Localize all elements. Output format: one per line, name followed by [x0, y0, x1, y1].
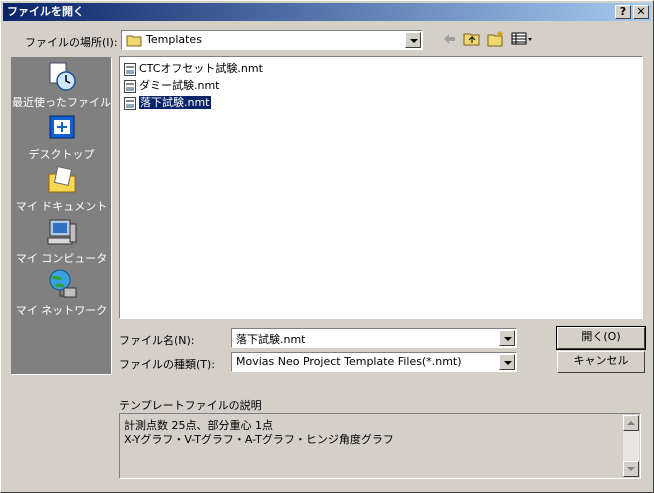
place-label: デスクトップ [28, 148, 95, 161]
file-item[interactable]: ダミー試験.nmt [124, 77, 220, 93]
filetype-dropdown-button[interactable] [499, 354, 515, 370]
nmt-file-icon [124, 62, 136, 76]
place-my-computer[interactable]: マイ コンピュータ [12, 216, 111, 266]
my-documents-icon [46, 164, 78, 196]
filename-combobox[interactable]: 落下試験.nmt [231, 328, 517, 348]
scroll-up-button[interactable] [623, 415, 639, 431]
recent-files-icon [46, 60, 78, 92]
description-line: X-Yグラフ・V-Tグラフ・A-Tグラフ・ヒンジ角度グラフ [124, 433, 394, 446]
file-item[interactable]: CTCオフセット試験.nmt [124, 60, 263, 76]
filetype-value: Movias Neo Project Template Files(*.nmt) [236, 355, 462, 368]
close-button[interactable]: ✕ [633, 5, 649, 19]
folder-icon [126, 34, 142, 50]
dialog-title: ファイルを開く [7, 5, 84, 18]
filename-dropdown-button[interactable] [499, 330, 515, 346]
scroll-down-button[interactable] [623, 461, 639, 477]
nmt-file-icon [124, 79, 136, 93]
filetype-label: ファイルの種類(T): [119, 358, 216, 371]
nmt-file-icon [124, 96, 136, 110]
place-label: マイ ネットワーク [15, 304, 108, 317]
description-scrollbar[interactable] [623, 415, 639, 477]
look-in-combobox[interactable]: Templates [121, 30, 423, 50]
place-desktop[interactable]: デスクトップ [12, 112, 111, 162]
place-my-documents[interactable]: マイ ドキュメント [12, 164, 111, 214]
place-label: マイ コンピュータ [15, 252, 108, 265]
view-menu-icon[interactable] [511, 31, 533, 49]
help-button[interactable]: ? [615, 5, 631, 19]
file-name: 落下試験.nmt [138, 95, 212, 110]
open-file-dialog: ファイルを開く ? ✕ ファイルの場所(I): Templates 最近使ったフ… [0, 0, 654, 493]
filetype-combobox[interactable]: Movias Neo Project Template Files(*.nmt) [231, 352, 517, 372]
look-in-label: ファイルの場所(I): [25, 36, 118, 49]
places-bar: 最近使ったファイル デスクトップ マイ ドキュメント マイ コンピュータ マイ … [11, 57, 112, 375]
filename-label: ファイル名(N): [119, 334, 195, 347]
filename-value: 落下試験.nmt [236, 333, 306, 346]
up-folder-icon[interactable] [463, 31, 481, 49]
my-network-icon [46, 268, 78, 300]
file-name: CTCオフセット試験.nmt [139, 62, 263, 75]
place-recent-files[interactable]: 最近使ったファイル [12, 60, 111, 110]
look-in-value: Templates [146, 33, 202, 46]
file-item-selected[interactable]: 落下試験.nmt [124, 94, 212, 110]
back-icon[interactable] [441, 31, 457, 49]
file-name: ダミー試験.nmt [139, 79, 220, 92]
title-bar[interactable]: ファイルを開く [3, 3, 651, 21]
desktop-icon [46, 112, 78, 144]
description-box: 計測点数 25点、部分重心 1点 X-Yグラフ・V-Tグラフ・A-Tグラフ・ヒン… [119, 413, 641, 479]
place-label: 最近使ったファイル [12, 96, 111, 109]
file-list[interactable]: CTCオフセット試験.nmt ダミー試験.nmt 落下試験.nmt [119, 56, 643, 319]
open-button[interactable]: 開く(O) [556, 326, 646, 350]
cancel-button[interactable]: キャンセル [557, 351, 645, 373]
look-in-dropdown-button[interactable] [405, 32, 421, 48]
my-computer-icon [46, 216, 78, 248]
description-label: テンプレートファイルの説明 [119, 399, 262, 412]
new-folder-icon[interactable] [487, 31, 505, 49]
place-my-network[interactable]: マイ ネットワーク [12, 268, 111, 318]
place-label: マイ ドキュメント [15, 200, 108, 213]
